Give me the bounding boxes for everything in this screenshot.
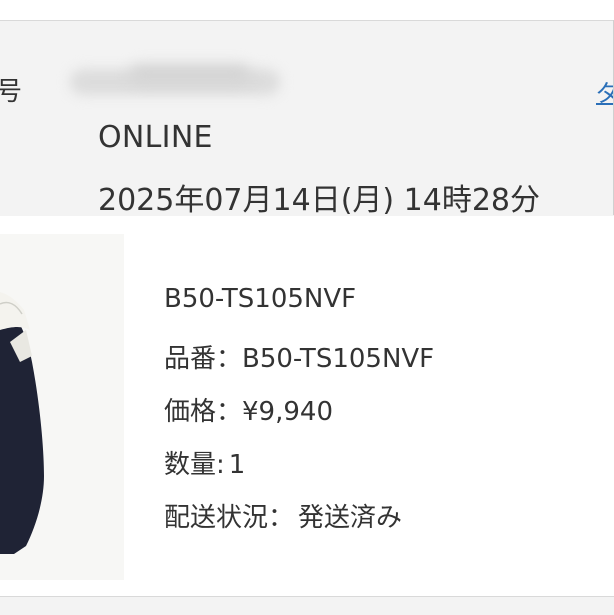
order-detail-link[interactable]: ダ <box>596 73 614 108</box>
sku-value: B50-TS105NVF <box>242 344 435 374</box>
price-value: ¥9,940 <box>242 397 333 427</box>
top-band <box>0 0 614 20</box>
product-sku: 品番：B50-TS105NVF <box>164 338 434 375</box>
shipping-status: 配送状況： 発送済み <box>164 497 402 534</box>
quantity-label: 数量: <box>164 450 225 480</box>
shipping-status-label: 配送状況： <box>164 503 295 533</box>
order-item-panel: B50-TS105NVF 品番：B50-TS105NVF 価格：¥9,940 数… <box>0 216 614 596</box>
shipping-status-value: 発送済み <box>298 503 403 533</box>
product-image[interactable] <box>0 234 124 580</box>
blurred-order-number-highlight <box>130 65 250 83</box>
order-number-label: 号 <box>0 77 23 107</box>
sku-label: 品番： <box>164 344 243 374</box>
order-datetime: 2025年07月14日(月) 14時28分 <box>98 183 540 218</box>
store-name: ONLINE <box>98 120 213 155</box>
bottom-band <box>0 596 614 615</box>
price-label: 価格： <box>164 397 243 427</box>
product-name[interactable]: B50-TS105NVF <box>164 284 356 314</box>
product-quantity: 数量: 1 <box>164 444 245 481</box>
order-info-panel: 号 ダ ONLINE 2025年07月14日(月) 14時28分 <box>0 20 614 218</box>
quantity-value: 1 <box>228 450 246 480</box>
product-price: 価格：¥9,940 <box>164 391 333 428</box>
swimsuit-icon <box>0 234 124 580</box>
